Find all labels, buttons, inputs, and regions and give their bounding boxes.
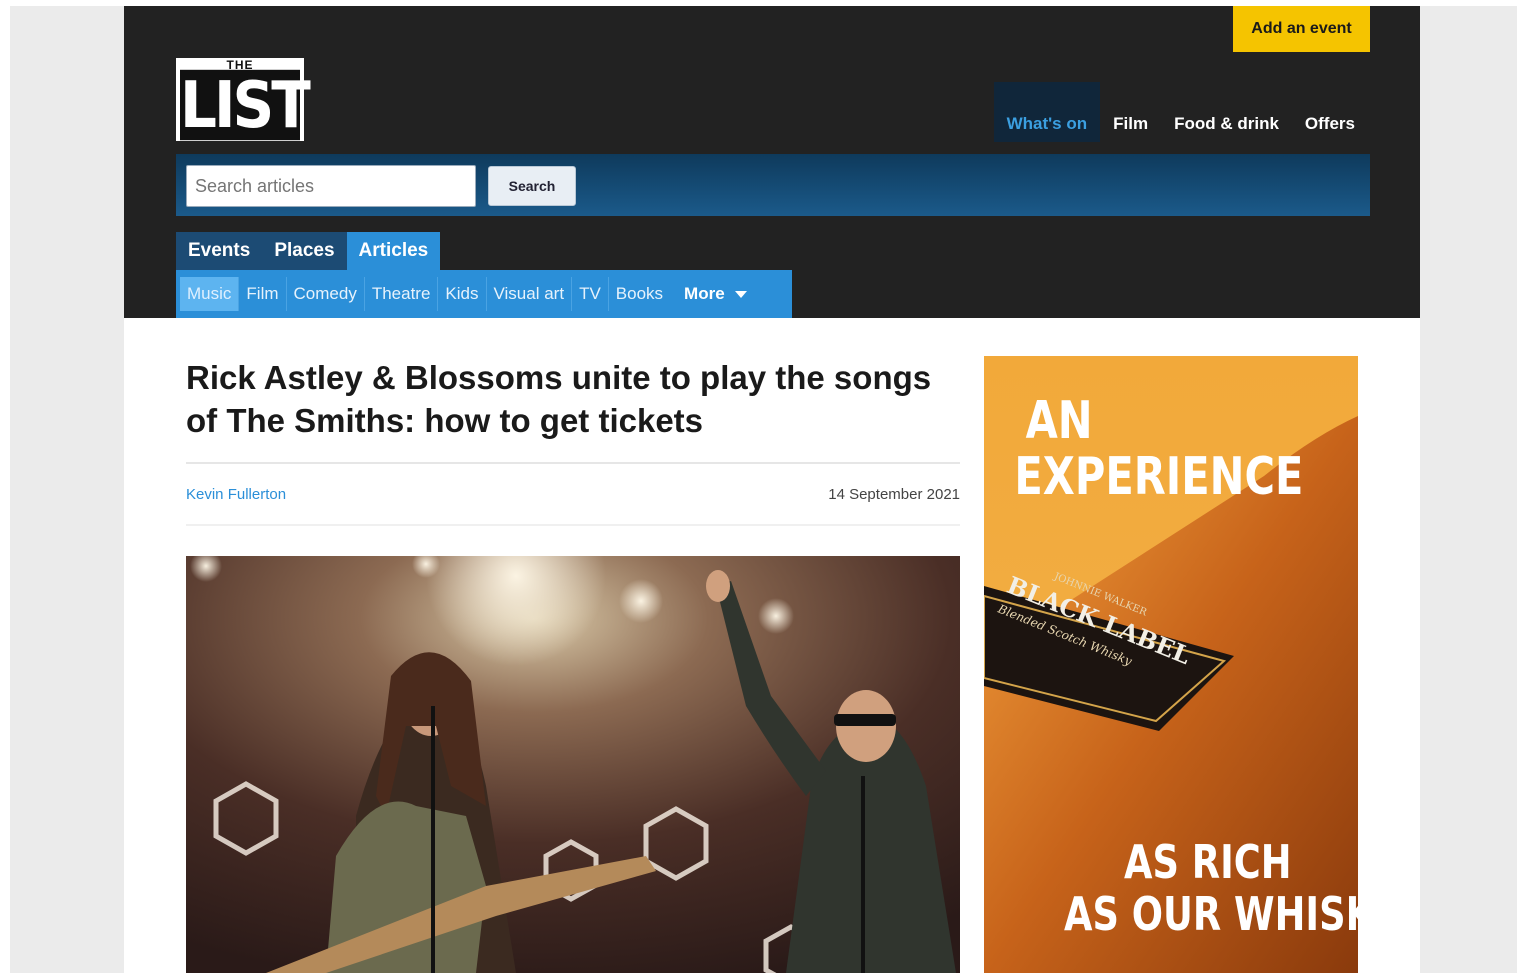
search-button[interactable]: Search <box>488 166 576 206</box>
whisky-ad-graphic: AN EXPERIENCE JOHNNIE WALKER BLACK LABEL… <box>984 356 1358 973</box>
topnav-film[interactable]: Film <box>1100 82 1161 142</box>
concert-photo-graphic <box>186 556 960 973</box>
subnav-comedy[interactable]: Comedy <box>287 277 365 311</box>
tab-events[interactable]: Events <box>176 232 263 270</box>
tab-articles[interactable]: Articles <box>346 232 441 270</box>
subnav-music[interactable]: Music <box>180 277 240 311</box>
page: Add an event THE LIST What's on Film Foo… <box>124 6 1420 973</box>
article-headline: Rick Astley & Blossoms unite to play the… <box>186 359 932 439</box>
subnav-tv[interactable]: TV <box>572 277 609 311</box>
site-logo[interactable]: THE LIST <box>176 58 311 143</box>
topnav-food-drink[interactable]: Food & drink <box>1161 82 1292 142</box>
tab-places[interactable]: Places <box>262 232 347 270</box>
article-hero-image[interactable] <box>186 556 960 973</box>
subnav-theatre[interactable]: Theatre <box>365 277 439 311</box>
search-bar: Search <box>176 154 1370 216</box>
subnav-kids[interactable]: Kids <box>438 277 487 311</box>
category-subnav: Music Film Comedy Theatre Kids Visual ar… <box>176 270 792 318</box>
caret-down-icon <box>734 290 747 298</box>
section-tabs: Events Places Articles <box>176 232 441 270</box>
advertisement-banner[interactable]: AN EXPERIENCE JOHNNIE WALKER BLACK LABEL… <box>984 356 1358 973</box>
subnav-books[interactable]: Books <box>609 277 670 311</box>
ad-tagline-line2: AS OUR WHISKY <box>1064 887 1358 941</box>
article: Rick Astley & Blossoms unite to play the… <box>186 356 960 973</box>
topnav-offers[interactable]: Offers <box>1292 82 1368 142</box>
topnav-whats-on[interactable]: What's on <box>993 82 1101 142</box>
logo-list-text: LIST <box>180 67 311 143</box>
subnav-film[interactable]: Film <box>239 277 287 311</box>
site-header: Add an event THE LIST What's on Film Foo… <box>124 6 1420 318</box>
ad-headline-line2: EXPERIENCE <box>1014 447 1303 508</box>
divider <box>186 462 960 464</box>
ad-tagline-line1: AS RICH <box>1124 835 1292 889</box>
subnav-visual-art[interactable]: Visual art <box>487 277 573 311</box>
ad-headline-line1: AN <box>1026 391 1093 452</box>
window-left-edge <box>0 0 10 973</box>
subnav-more-label: More <box>684 284 725 303</box>
subnav-more-button[interactable]: More <box>670 284 747 304</box>
article-author-link[interactable]: Kevin Fullerton <box>186 486 286 503</box>
search-input[interactable] <box>186 165 476 207</box>
divider <box>186 524 960 526</box>
add-event-button[interactable]: Add an event <box>1233 6 1370 52</box>
top-navigation: What's on Film Food & drink Offers <box>993 82 1368 142</box>
article-date: 14 September 2021 <box>828 486 960 503</box>
